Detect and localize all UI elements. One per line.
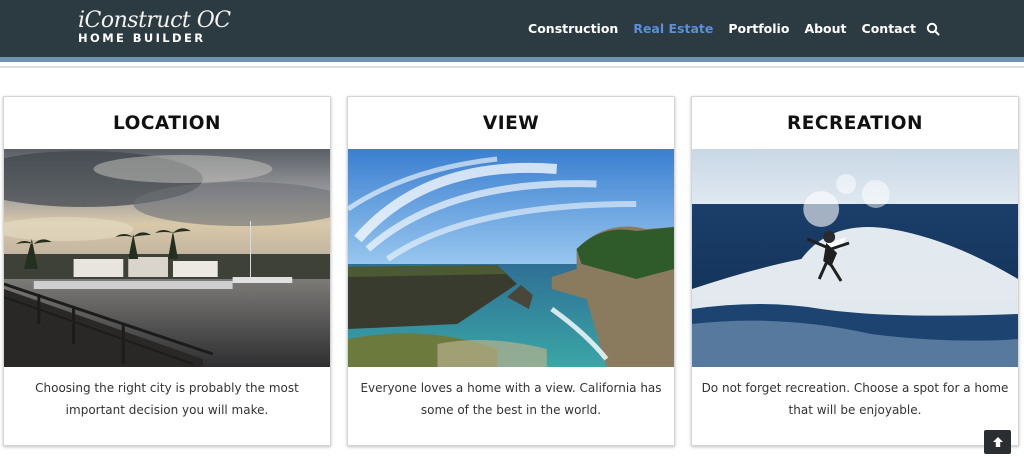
card-view: VIEW Everyone loves a home with a view. … (347, 96, 675, 446)
card-description: Everyone loves a home with a view. Calif… (360, 381, 662, 417)
site-logo[interactable]: iConstruct OC HOME BUILDER (78, 8, 231, 48)
logo-script-text: iConstruct OC (78, 8, 231, 33)
header-divider (0, 66, 1024, 68)
coastal-cove-photo (348, 149, 674, 367)
card-location: LOCATION Choosing the right city is prob… (3, 96, 331, 446)
card-recreation: RECREATION Do not forget recreation. Cho… (691, 96, 1019, 446)
logo-subtitle: HOME BUILDER (78, 31, 206, 45)
main-nav: Construction Real Estate Portfolio About… (513, 0, 940, 57)
header-accent-stripe (0, 57, 1024, 62)
card-title: LOCATION (112, 112, 222, 134)
nav-item-contact[interactable]: Contact (862, 21, 916, 36)
card-title: VIEW (482, 112, 540, 134)
card-description: Choosing the right city is probably the … (35, 381, 299, 417)
surfer-wave-photo (692, 149, 1018, 367)
site-header: iConstruct OC HOME BUILDER Construction … (0, 0, 1024, 57)
card-description: Do not forget recreation. Choose a spot … (701, 381, 1009, 417)
back-to-top-button[interactable] (984, 430, 1011, 454)
nav-item-portfolio[interactable]: Portfolio (728, 21, 789, 36)
arrow-up-icon (992, 437, 1003, 447)
card-title: RECREATION (787, 112, 923, 134)
nav-item-construction[interactable]: Construction (528, 21, 618, 36)
search-icon[interactable] (926, 22, 940, 36)
harbor-marina-photo (4, 149, 330, 367)
nav-item-real-estate[interactable]: Real Estate (633, 21, 713, 36)
nav-item-about[interactable]: About (804, 21, 846, 36)
